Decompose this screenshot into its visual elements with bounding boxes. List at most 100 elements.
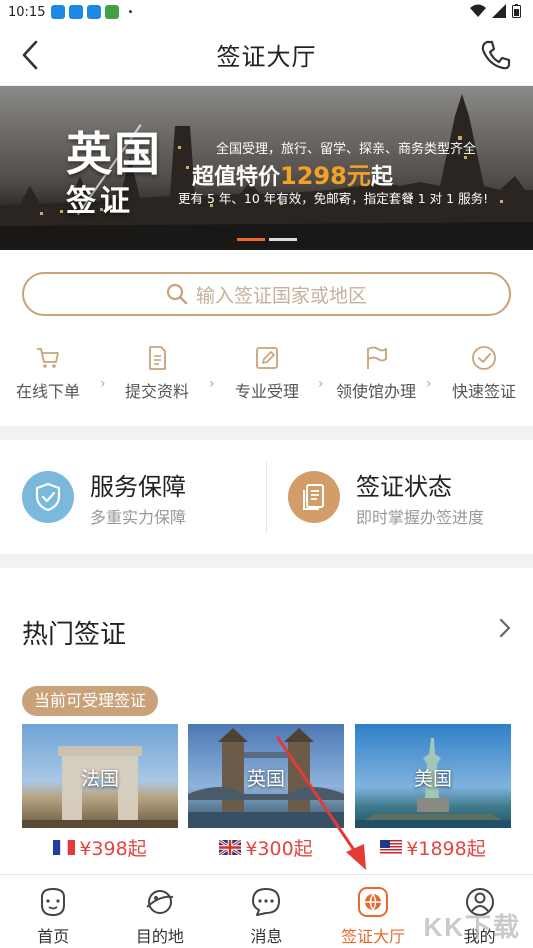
visa-price-text: ¥398起 [79, 837, 147, 860]
nav-visa-hall[interactable]: 签证大厅 [320, 875, 427, 948]
phone-button[interactable] [479, 38, 513, 72]
step-label: 快速签证 [451, 382, 516, 401]
step-label: 在线下单 [15, 382, 80, 401]
step-label: 专业受理 [234, 382, 299, 401]
visa-price-text: ¥1898起 [406, 837, 486, 860]
wifi-icon [470, 4, 486, 17]
visa-search-input[interactable]: 输入签证国家或地区 [22, 272, 511, 316]
card-text: 签证状态 即时掌握办签进度 [356, 467, 484, 528]
available-visa-badge: 当前可受理签证 [22, 686, 159, 716]
home-face-icon [41, 887, 66, 917]
signal-icon [492, 4, 506, 18]
banner-price-value: 1298元 [280, 162, 371, 190]
banner-dot-1[interactable] [237, 238, 265, 241]
visa-price: ¥1898起 [355, 834, 511, 860]
step-fast-visa[interactable]: 快速签证 [439, 344, 529, 402]
visa-price-text: ¥300起 [245, 837, 313, 860]
search-placeholder: 输入签证国家或地区 [195, 284, 367, 307]
visa-process-steps: 在线下单 › 提交资料 › 专业受理 › 领使馆办理 › 快速签证 [0, 344, 533, 404]
globe-icon [358, 887, 389, 917]
step-processing[interactable]: 专业受理 [222, 344, 312, 402]
step-label: 领使馆办理 [335, 382, 416, 401]
banner-tagline: 全国受理，旅行、留学、探亲、商务类型齐全 [216, 142, 477, 157]
nav-home[interactable]: 首页 [0, 875, 107, 948]
uk-flag-icon [219, 839, 242, 855]
banner-price-suffix: 起 [370, 165, 393, 190]
back-button[interactable] [18, 38, 48, 72]
step-arrow: › [426, 376, 432, 392]
visa-price: ¥300起 [188, 834, 344, 860]
card-text: 服务保障 多重实力保障 [90, 467, 186, 528]
banner-dot-2[interactable] [269, 238, 297, 241]
banner-headline: 英国 [66, 127, 162, 181]
nav-destination[interactable]: 目的地 [107, 875, 214, 948]
card-title: 签证状态 [356, 472, 452, 501]
card-subtitle: 多重实力保障 [90, 507, 187, 527]
visa-status-card[interactable]: 签证状态 即时掌握办签进度 [266, 440, 532, 554]
banner-note: 更有 5 年、10 年有效，免邮寄，指定套餐 1 对 1 服务! [178, 191, 489, 206]
app-notification-icon [69, 5, 84, 19]
banner-price-prefix: 超值特价 [192, 165, 281, 190]
battery-icon [512, 4, 521, 18]
nav-label: 签证大厅 [341, 927, 406, 946]
uk-visa-image: 英国 [188, 724, 344, 828]
step-label: 提交资料 [124, 382, 189, 401]
app-notification-icon [105, 5, 120, 19]
app-notification-icon [51, 5, 66, 19]
section-separator [0, 554, 533, 568]
back-arrow-icon [22, 40, 38, 70]
status-right [470, 4, 521, 18]
france-visa-image: 法国 [22, 724, 178, 828]
service-cards: 服务保障 多重实力保障 签证状态 即时掌握办签进度 [0, 440, 533, 554]
banner-price: 超值特价1298元起 [192, 156, 393, 191]
nav-label: 首页 [37, 927, 70, 946]
shield-check-icon [22, 471, 74, 523]
visa-card-france[interactable]: 法国 ¥398起 [22, 724, 178, 860]
phone-icon [481, 40, 511, 70]
visa-price: ¥398起 [22, 834, 178, 860]
nav-label: 目的地 [135, 927, 184, 946]
status-dot: • [127, 6, 134, 18]
visa-country-name: 美国 [413, 768, 452, 790]
step-embassy[interactable]: 领使馆办理 [331, 344, 421, 402]
nav-messages[interactable]: 消息 [213, 875, 320, 948]
banner-pagination [237, 238, 297, 241]
step-arrow: › [100, 376, 106, 392]
step-online-order[interactable]: 在线下单 [3, 344, 93, 402]
app-notification-icon [87, 5, 102, 19]
visa-card-us[interactable]: 美国 ¥1898起 [355, 724, 511, 860]
section-separator [0, 426, 533, 440]
us-flag-icon [380, 839, 403, 855]
status-bar: 10:15 • [0, 0, 533, 24]
promo-banner[interactable]: 英国 签证 全国受理，旅行、留学、探亲、商务类型齐全 超值特价1298元起 更有… [0, 86, 533, 250]
hot-visa-more-button[interactable] [495, 616, 515, 640]
watermark-text: KK下载 [423, 912, 521, 942]
card-title: 服务保障 [90, 472, 186, 501]
chevron-right-icon [499, 618, 511, 638]
edit-icon [256, 347, 278, 369]
document-icon [149, 346, 166, 370]
visa-card-uk[interactable]: 英国 ¥300起 [188, 724, 344, 860]
cart-icon [37, 348, 59, 368]
app-header: 签证大厅 [0, 24, 533, 86]
step-arrow: › [209, 376, 215, 392]
planet-icon [146, 890, 174, 914]
visa-country-name: 法国 [80, 768, 119, 790]
service-guarantee-card[interactable]: 服务保障 多重实力保障 [0, 440, 266, 554]
france-flag-icon [53, 839, 76, 855]
chat-bubble-icon [252, 888, 281, 916]
status-time: 10:15 [8, 4, 46, 20]
us-visa-image: 美国 [355, 724, 511, 828]
step-arrow: › [318, 376, 324, 392]
check-circle-icon [472, 346, 496, 370]
banner-subheadline: 签证 [66, 184, 134, 219]
page-title: 签证大厅 [216, 43, 317, 71]
flag-icon [367, 346, 387, 369]
visa-country-name: 英国 [246, 768, 285, 790]
nav-label: 消息 [250, 927, 283, 946]
receipt-icon [288, 471, 340, 523]
search-icon [166, 283, 188, 305]
step-submit-docs[interactable]: 提交资料 [112, 344, 202, 402]
hot-visa-title: 热门签证 [22, 620, 127, 650]
card-subtitle: 即时掌握办签进度 [356, 507, 485, 527]
